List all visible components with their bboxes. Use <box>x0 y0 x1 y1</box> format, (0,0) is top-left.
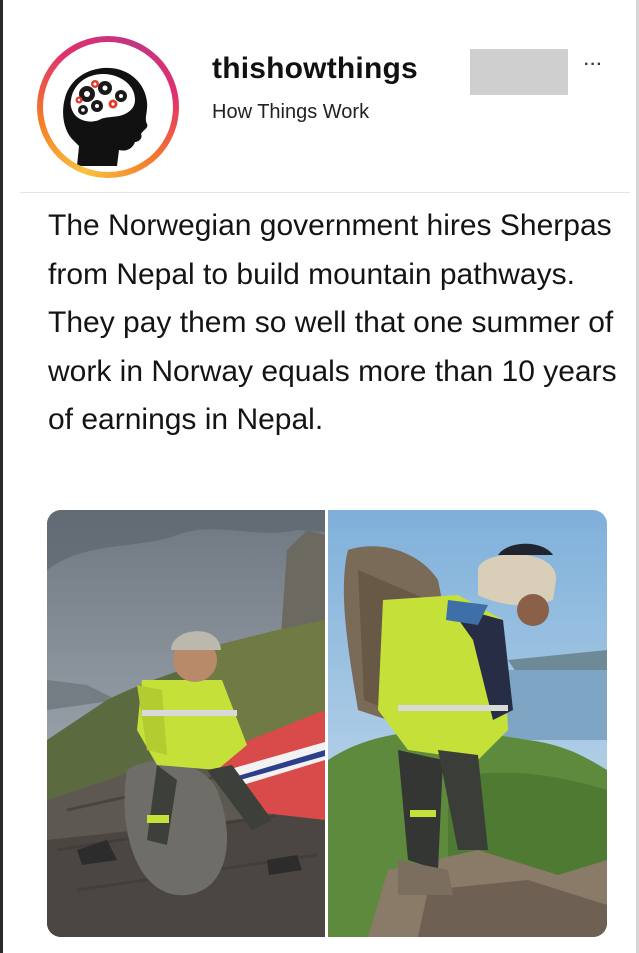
window-edge-left <box>0 0 3 953</box>
redacted-block <box>470 49 568 95</box>
photo-worker-lifting-rock[interactable] <box>47 510 325 937</box>
username[interactable]: thishowthings <box>212 52 418 86</box>
brain-gears-head-icon <box>43 42 173 172</box>
post-caption: The Norwegian government hires Sherpas f… <box>48 209 617 436</box>
profile-avatar[interactable] <box>37 36 179 178</box>
photo-worker-carrying-stone[interactable] <box>328 510 607 937</box>
more-dots-icon[interactable]: ··· <box>584 56 603 74</box>
header-divider <box>20 192 630 193</box>
photo-collage[interactable] <box>47 510 607 937</box>
account-subtitle: How Things Work <box>212 101 370 123</box>
